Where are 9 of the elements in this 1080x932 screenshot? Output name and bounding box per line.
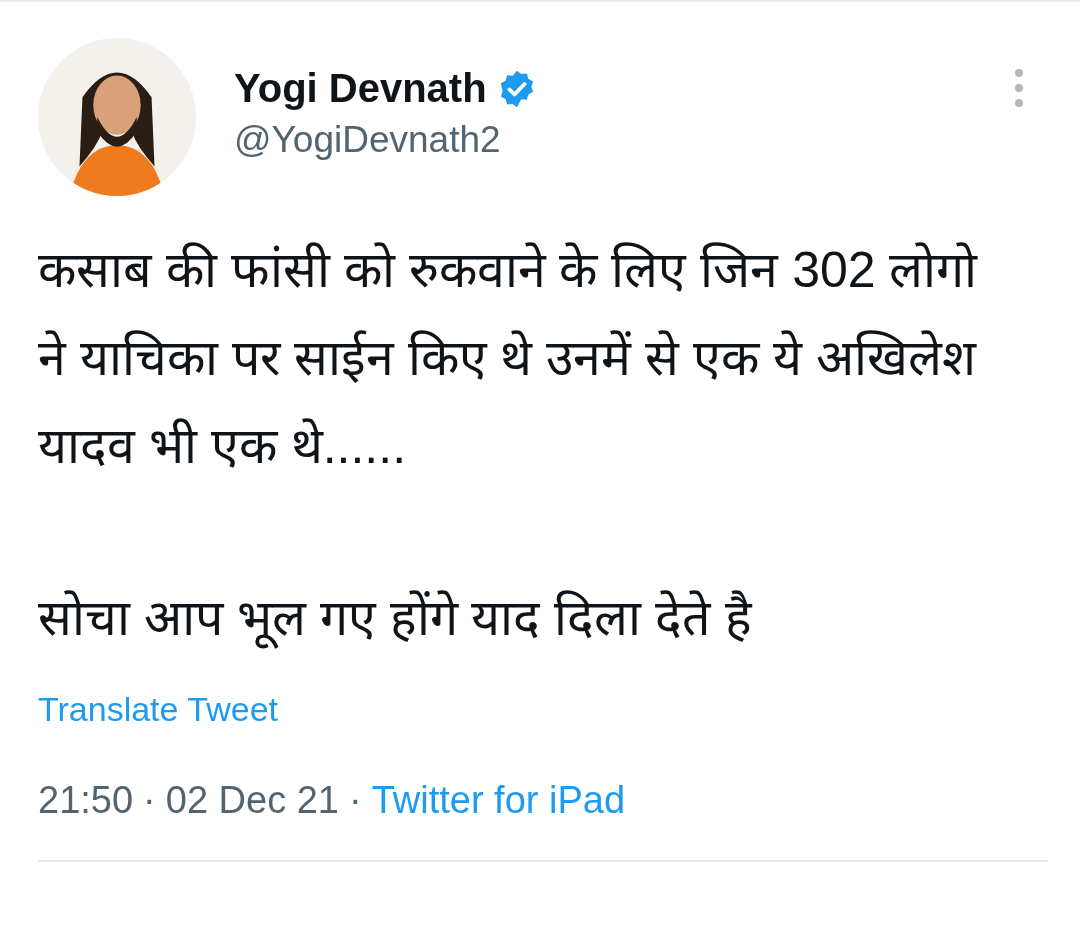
more-options-icon[interactable]: [1014, 68, 1024, 108]
separator-dot: ·: [349, 779, 362, 822]
tweet-text: सोचा आप भूल गए होंगे याद दिला देते है: [38, 574, 1008, 662]
author-name[interactable]: Yogi Devnath: [234, 66, 487, 111]
tweet-time: 21:50: [38, 779, 134, 822]
author-handle[interactable]: @YogiDevnath2: [234, 119, 1014, 161]
separator-dot: ·: [143, 779, 156, 822]
tweet-date: 02 Dec 21: [165, 779, 339, 822]
tweet-text: कसाब की फांसी को रुकवाने के लिए जिन 302 लोगो ने याचिका पर साईन किए थे उनमें से एक ये अखिलेश यादव भी एक थे......: [38, 241, 979, 476]
